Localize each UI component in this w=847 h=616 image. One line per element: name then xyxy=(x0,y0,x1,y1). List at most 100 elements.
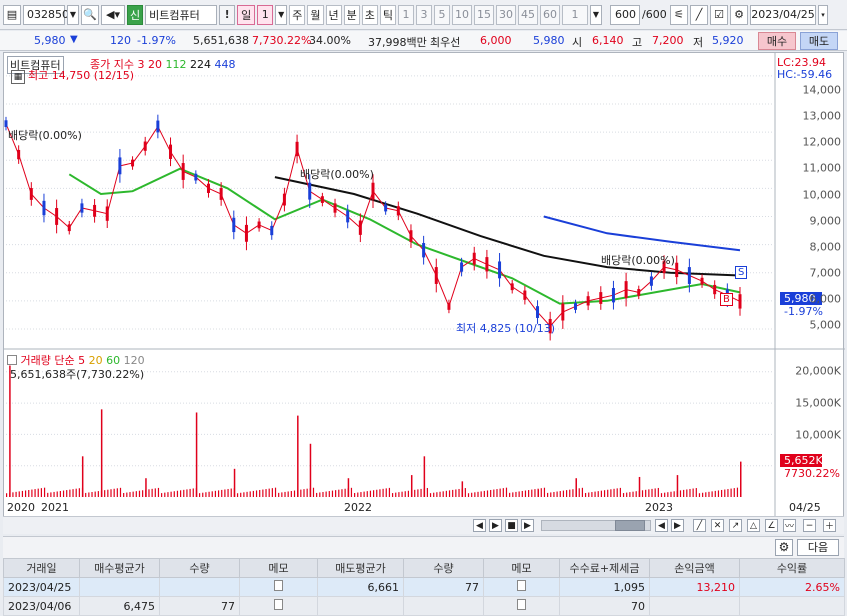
gear-icon[interactable]: ⚙ xyxy=(775,539,793,556)
count-input[interactable]: 600 xyxy=(610,4,640,25)
minute-30-button[interactable]: 30 xyxy=(496,4,516,25)
volume-bar xyxy=(154,488,156,497)
price-y-axis: 14,000 13,000 12,000 11,000 10,000 9,000… xyxy=(775,53,845,349)
volume-bar xyxy=(578,488,580,497)
volume-spike xyxy=(740,461,742,497)
volume-bar xyxy=(613,488,615,497)
column-header[interactable]: 매수평균가 xyxy=(79,558,160,578)
triangle-tool-icon[interactable]: △ xyxy=(747,519,760,532)
y-tick: 14,000 xyxy=(802,83,842,97)
checkbox-icon[interactable]: ☑ xyxy=(710,4,728,25)
volume-bar xyxy=(414,489,416,497)
scroll-left-button[interactable]: ◀ xyxy=(473,519,486,532)
column-header[interactable]: 메모 xyxy=(483,558,560,578)
zoom-in-button[interactable]: ▶ xyxy=(671,519,684,532)
table-row[interactable]: 2023/04/25 6,661 77 1,095 13,210 2.65% xyxy=(3,577,845,597)
plus-button[interactable]: ＋ xyxy=(823,519,836,532)
chevron-down-icon[interactable]: ▼ xyxy=(275,4,288,25)
calendar-icon[interactable]: ▾ xyxy=(818,4,828,25)
play-button[interactable]: ▶ xyxy=(489,519,502,532)
period-year-button[interactable]: 년 xyxy=(325,4,342,25)
minute-3-button[interactable]: 3 xyxy=(416,4,432,25)
chevron-down-icon[interactable]: ▼ xyxy=(590,4,602,25)
speaker-icon[interactable]: ◀▾ xyxy=(101,4,125,25)
cross-tool-icon[interactable]: ✕ xyxy=(711,519,724,532)
memo-icon[interactable] xyxy=(517,599,526,610)
period-minute-button[interactable]: 분 xyxy=(343,4,360,25)
period-second-button[interactable]: 초 xyxy=(361,4,378,25)
search-icon[interactable]: 🔍 xyxy=(81,4,99,25)
buy-button[interactable]: 매수 xyxy=(758,32,796,50)
column-header[interactable]: 거래일 xyxy=(3,558,80,578)
volume-bar xyxy=(28,490,30,497)
volume-bar xyxy=(679,490,682,497)
minute-select[interactable]: 1 xyxy=(562,4,588,25)
angle-tool-icon[interactable]: ∠ xyxy=(765,519,778,532)
trade-date: 2023/04/06 xyxy=(3,596,80,616)
sell-quantity xyxy=(403,596,484,616)
minute-15-button[interactable]: 15 xyxy=(474,4,494,25)
drawing-tools-icon[interactable]: ╱ xyxy=(690,4,708,25)
volume-bar xyxy=(404,491,406,497)
memo-icon[interactable] xyxy=(517,580,526,591)
x-label-2023: 2023 xyxy=(645,501,673,514)
minute-60-button[interactable]: 60 xyxy=(540,4,560,25)
gear-icon[interactable]: ⚙ xyxy=(730,4,748,25)
minus-button[interactable]: − xyxy=(803,519,816,532)
open-label: 시 xyxy=(572,36,583,49)
column-header[interactable]: 수익률 xyxy=(739,558,845,578)
column-header[interactable]: 수수료+제세금 xyxy=(559,558,650,578)
column-header[interactable]: 매도평균가 xyxy=(317,558,404,578)
period-number-input[interactable]: 1 xyxy=(257,4,274,25)
volume-bar xyxy=(148,489,150,497)
buy-memo[interactable] xyxy=(239,577,318,597)
arrow-tool-icon[interactable]: ↗ xyxy=(729,519,742,532)
candle-body xyxy=(181,163,185,180)
memo-icon[interactable] xyxy=(274,599,283,610)
buy-memo[interactable] xyxy=(239,596,318,616)
scroll-right-button[interactable]: ▶ xyxy=(521,519,534,532)
column-header[interactable]: 수량 xyxy=(159,558,240,578)
column-header[interactable]: 수량 xyxy=(403,558,484,578)
volume-bar xyxy=(281,492,283,497)
minute-10-button[interactable]: 10 xyxy=(452,4,472,25)
candle-body xyxy=(17,149,21,160)
chart-panel[interactable]: 비트컴퓨터 종가 지수 3 20 112 224 448 ▦ 최고 14,750… xyxy=(3,52,845,532)
scrollbar-thumb[interactable] xyxy=(615,520,645,531)
volume-bar xyxy=(683,489,685,497)
period-month-button[interactable]: 월 xyxy=(307,4,324,25)
chart-settings-icon[interactable]: ⚟ xyxy=(670,4,688,25)
column-header[interactable]: 메모 xyxy=(239,558,318,578)
wave-tool-icon[interactable]: 〰 xyxy=(783,519,796,532)
ma112-line xyxy=(68,167,741,305)
line-tool-icon[interactable]: ╱ xyxy=(693,519,706,532)
period-tick-button[interactable]: 틱 xyxy=(379,4,396,25)
volume-bar xyxy=(528,490,530,497)
volume-bar xyxy=(40,488,43,497)
chart-settings-icon[interactable]: ▦ xyxy=(11,70,25,84)
table-row[interactable]: 2023/04/06 6,475 77 70 xyxy=(3,596,845,616)
chevron-down-icon[interactable]: ▼ xyxy=(67,4,79,25)
sell-button[interactable]: 매도 xyxy=(800,32,838,50)
volume-bar xyxy=(66,490,68,497)
memo-icon[interactable] xyxy=(274,580,283,591)
sell-memo[interactable] xyxy=(483,596,560,616)
column-header[interactable]: 손익금액 xyxy=(649,558,740,578)
minute-1-button[interactable]: 1 xyxy=(398,4,414,25)
period-week-button[interactable]: 주 xyxy=(289,4,306,25)
volume-bar xyxy=(78,488,80,497)
chart-menu-icon[interactable]: ▤ xyxy=(3,4,21,25)
volume-bar xyxy=(512,492,514,497)
date-input[interactable]: 2023/04/25 xyxy=(750,4,816,25)
next-button[interactable]: 다음 xyxy=(797,539,839,556)
sell-memo[interactable] xyxy=(483,577,560,597)
minute-45-button[interactable]: 45 xyxy=(518,4,538,25)
chart-canvas[interactable] xyxy=(4,53,845,516)
alert-button[interactable]: ! xyxy=(219,4,236,25)
zoom-out-button[interactable]: ◀ xyxy=(655,519,668,532)
minute-5-button[interactable]: 5 xyxy=(434,4,450,25)
stop-button[interactable]: ■ xyxy=(505,519,518,532)
stock-code-input[interactable]: 032850 xyxy=(23,4,69,25)
period-day-button[interactable]: 일 xyxy=(237,4,256,25)
scroll-track[interactable] xyxy=(3,519,473,532)
